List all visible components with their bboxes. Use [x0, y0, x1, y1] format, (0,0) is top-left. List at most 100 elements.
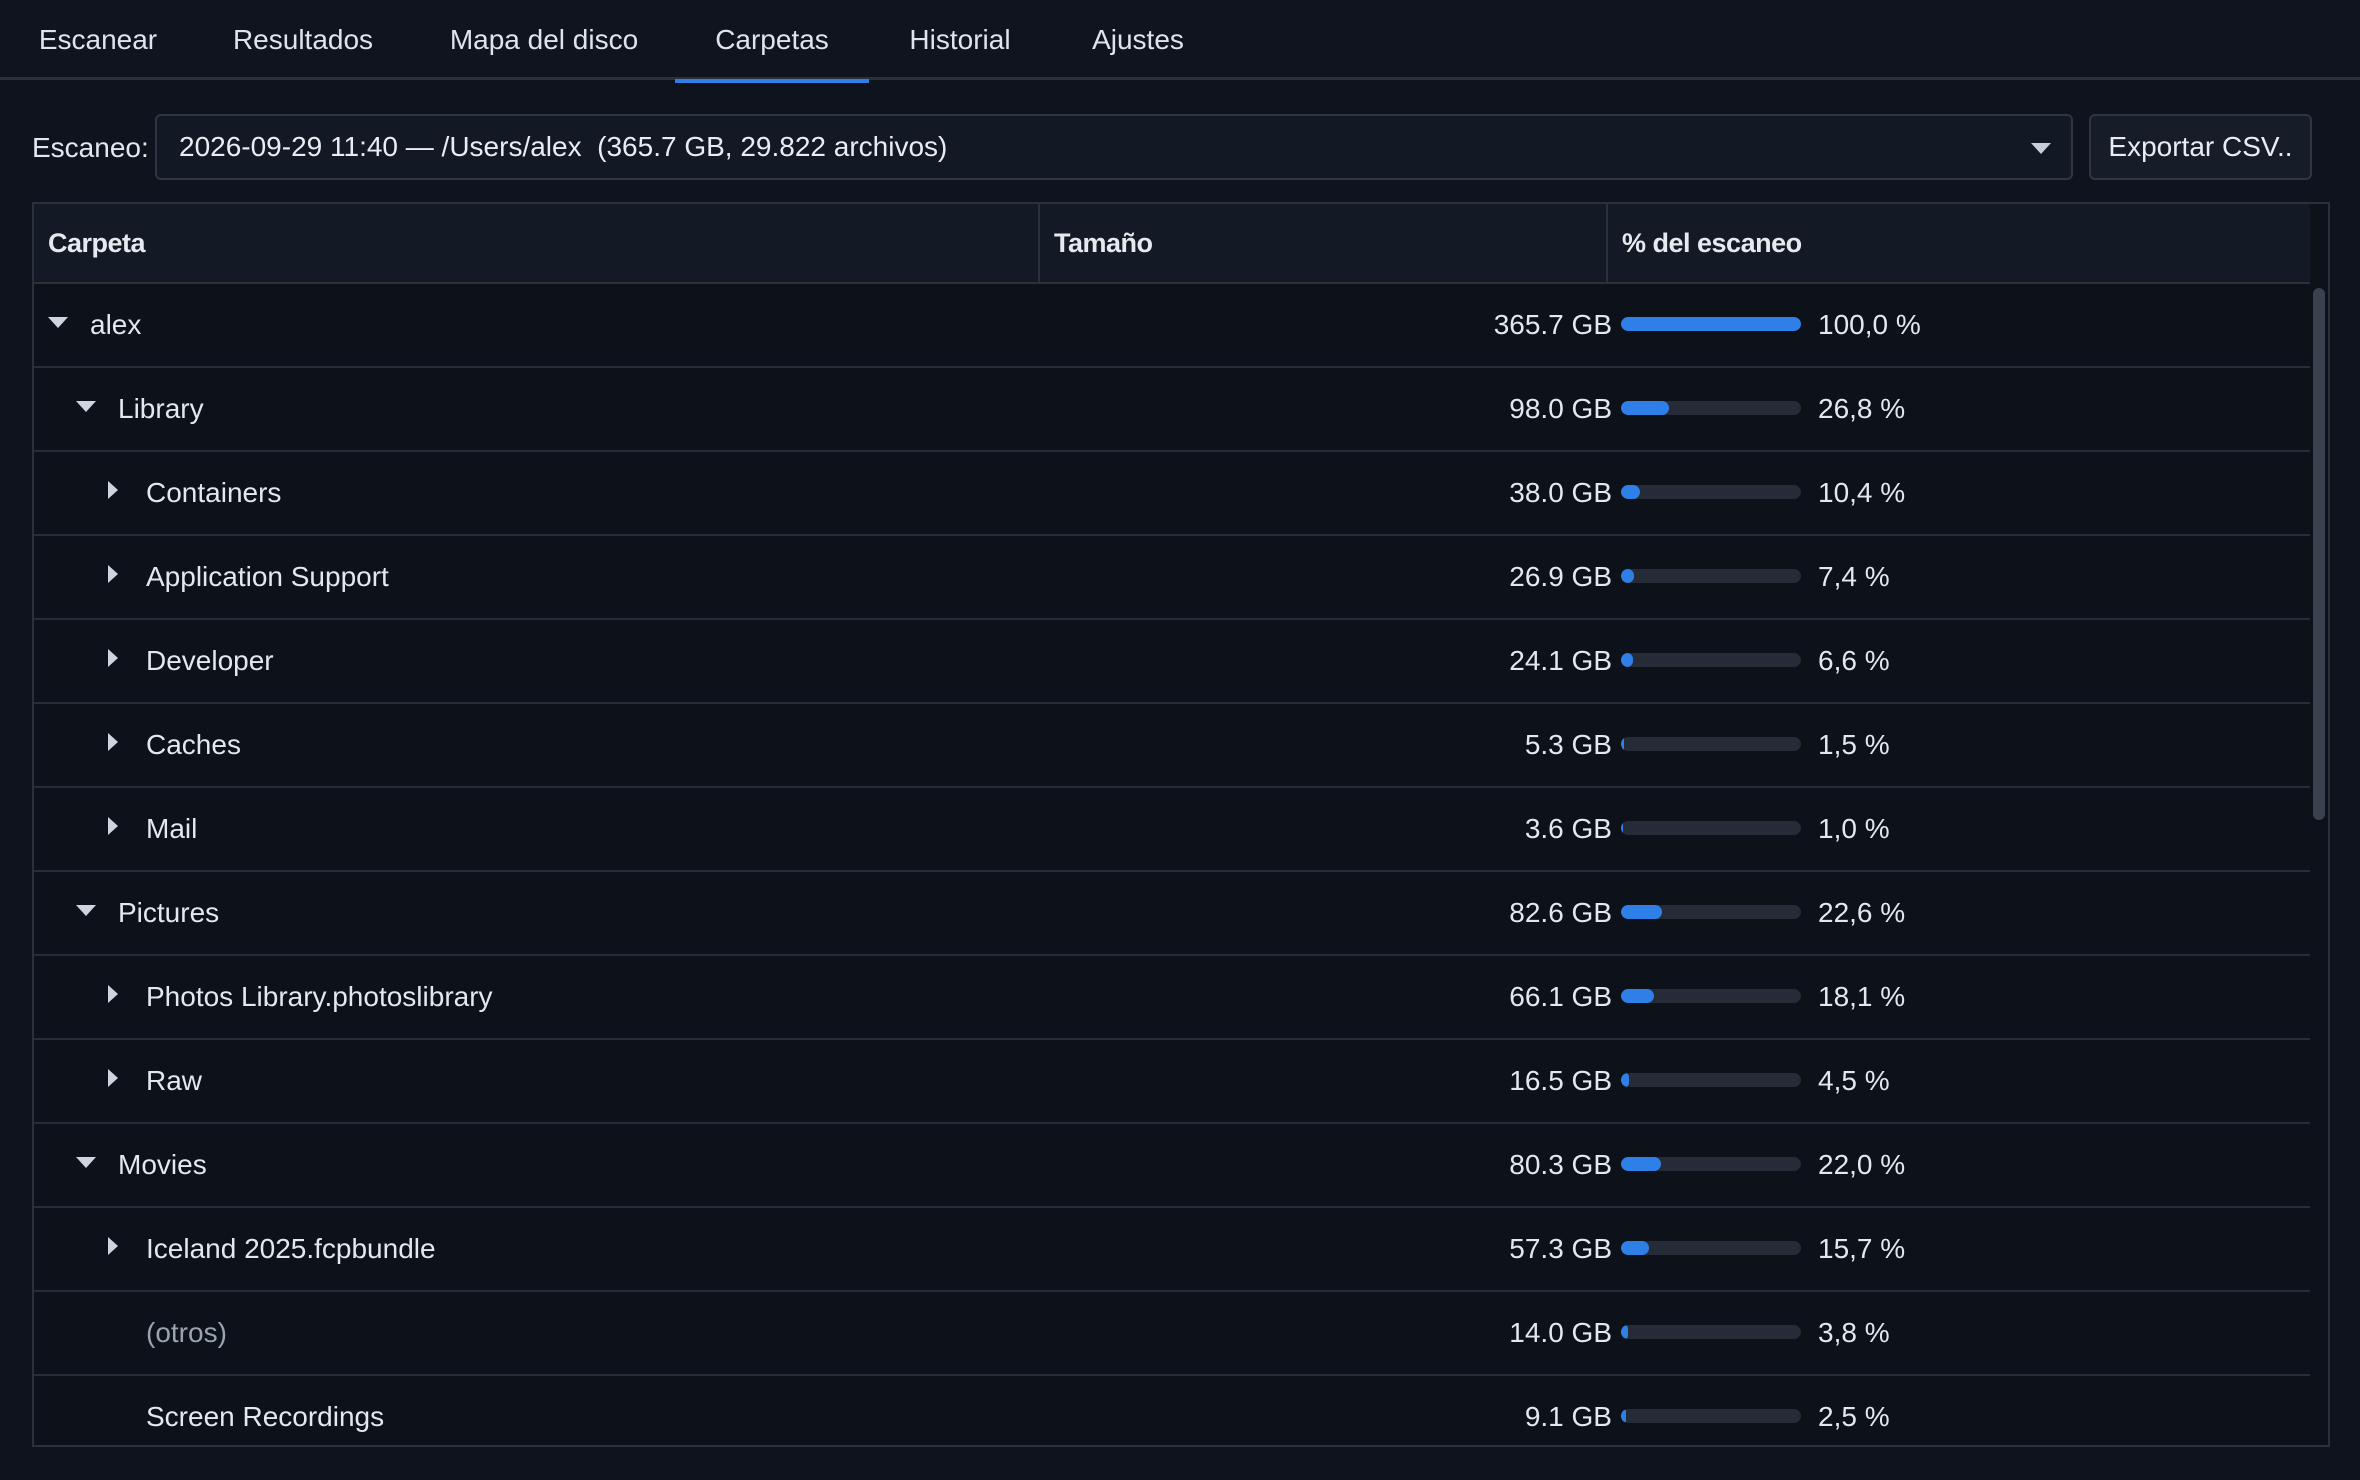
disclosure-expanded-icon[interactable]: [48, 317, 68, 328]
column-header-tamano[interactable]: Tamaño: [1038, 204, 1606, 282]
table-row[interactable]: (otros) 14.0 GB 3,8 %: [34, 1292, 2310, 1376]
usage-bar-fill: [1621, 821, 1624, 835]
table-row[interactable]: Pictures 82.6 GB 22,6 %: [34, 872, 2310, 956]
folder-percent: 1,5 %: [1818, 729, 1890, 760]
folder-size: 365.7 GB: [1493, 309, 1612, 340]
table-row[interactable]: Mail 3.6 GB 1,0 %: [34, 788, 2310, 872]
folder-size: 14.0 GB: [1509, 1317, 1612, 1348]
tab-ajustes[interactable]: Ajustes: [1078, 0, 1198, 80]
folder-size: 9.1 GB: [1524, 1401, 1612, 1432]
usage-bar: [1621, 401, 1801, 415]
usage-bar-fill: [1621, 1241, 1650, 1255]
table-row[interactable]: alex 365.7 GB 100,0 %: [34, 284, 2310, 368]
folder-percent: 6,6 %: [1818, 645, 1890, 676]
folder-name: (otros): [146, 1317, 227, 1348]
folder-size: 66.1 GB: [1509, 981, 1612, 1012]
folder-size: 3.6 GB: [1524, 813, 1612, 844]
folder-percent: 100,0 %: [1818, 309, 1921, 340]
disclosure-collapsed-icon[interactable]: [108, 565, 118, 583]
usage-bar-fill: [1621, 1325, 1628, 1339]
tab-carpetas[interactable]: Carpetas: [675, 0, 869, 83]
scan-label: Escaneo:: [32, 132, 149, 163]
scan-select[interactable]: 2026-09-29 11:40 — /Users/alex (365.7 GB…: [155, 114, 2073, 180]
usage-bar: [1621, 485, 1801, 499]
tab-bar: Escanear Resultados Mapa del disco Carpe…: [0, 0, 2360, 83]
disclosure-collapsed-icon[interactable]: [108, 481, 118, 499]
folder-size: 82.6 GB: [1509, 897, 1612, 928]
column-header-porcentaje[interactable]: % del escaneo: [1606, 204, 2310, 282]
table-row[interactable]: Developer 24.1 GB 6,6 %: [34, 620, 2310, 704]
disclosure-expanded-icon[interactable]: [76, 401, 96, 412]
folder-name: Library: [118, 393, 204, 424]
usage-bar-fill: [1621, 569, 1635, 583]
usage-bar-fill: [1621, 1409, 1626, 1423]
usage-bar: [1621, 1409, 1801, 1423]
tab-mapa-del-disco[interactable]: Mapa del disco: [432, 0, 656, 80]
usage-bar: [1621, 1157, 1801, 1171]
usage-bar-fill: [1621, 485, 1640, 499]
tab-escanear[interactable]: Escanear: [20, 0, 176, 80]
scan-select-value: 2026-09-29 11:40 — /Users/alex (365.7 GB…: [179, 131, 948, 162]
folder-size: 5.3 GB: [1524, 729, 1612, 760]
folder-name: Application Support: [146, 561, 389, 592]
usage-bar-fill: [1621, 653, 1633, 667]
usage-bar-fill: [1621, 905, 1662, 919]
disclosure-collapsed-icon[interactable]: [108, 733, 118, 751]
usage-bar-fill: [1621, 1157, 1661, 1171]
folder-size: 38.0 GB: [1509, 477, 1612, 508]
folder-name: Pictures: [118, 897, 220, 928]
folder-percent: 15,7 %: [1818, 1233, 1906, 1264]
table-row[interactable]: Application Support 26.9 GB 7,4 %: [34, 536, 2310, 620]
folder-name: Raw: [146, 1065, 203, 1096]
table-header: Carpeta Tamaño % del escaneo: [34, 204, 2310, 284]
column-header-carpeta[interactable]: Carpeta: [34, 204, 1038, 282]
usage-bar-fill: [1621, 989, 1654, 1003]
folder-name: Developer: [146, 645, 274, 676]
folder-percent: 1,0 %: [1818, 813, 1890, 844]
usage-bar-fill: [1621, 1073, 1630, 1087]
folder-percent: 26,8 %: [1818, 393, 1906, 424]
table-row[interactable]: Containers 38.0 GB 10,4 %: [34, 452, 2310, 536]
table-row[interactable]: Iceland 2025.fcpbundle 57.3 GB 15,7 %: [34, 1208, 2310, 1292]
folder-percent: 3,8 %: [1818, 1317, 1890, 1348]
table-row[interactable]: Photos Library.photoslibrary 66.1 GB 18,1 …: [34, 956, 2310, 1040]
folder-size: 57.3 GB: [1509, 1233, 1612, 1264]
table-row[interactable]: Caches 5.3 GB 1,5 %: [34, 704, 2310, 788]
folder-name: alex: [90, 309, 142, 340]
usage-bar: [1621, 737, 1801, 751]
usage-bar: [1621, 821, 1801, 835]
usage-bar-fill: [1621, 317, 1801, 331]
folder-size: 26.9 GB: [1509, 561, 1612, 592]
folder-name: Containers: [146, 477, 282, 508]
usage-bar: [1621, 1241, 1801, 1255]
disclosure-collapsed-icon[interactable]: [108, 1237, 118, 1255]
disclosure-collapsed-icon[interactable]: [108, 649, 118, 667]
folder-size: 98.0 GB: [1509, 393, 1612, 424]
usage-bar: [1621, 989, 1801, 1003]
folder-percent: 7,4 %: [1818, 561, 1890, 592]
folder-percent: 22,6 %: [1818, 897, 1906, 928]
folder-name: Photos Library.photoslibrary: [146, 981, 493, 1012]
tab-historial[interactable]: Historial: [890, 0, 1030, 80]
usage-bar: [1621, 1073, 1801, 1087]
table-row[interactable]: Movies 80.3 GB 22,0 %: [34, 1124, 2310, 1208]
export-csv-button[interactable]: Exportar CSV..: [2089, 114, 2312, 180]
disclosure-expanded-icon[interactable]: [76, 905, 96, 916]
disclosure-collapsed-icon[interactable]: [108, 985, 118, 1003]
vertical-scrollbar[interactable]: [2310, 284, 2328, 1445]
table-row[interactable]: Raw 16.5 GB 4,5 %: [34, 1040, 2310, 1124]
disclosure-expanded-icon[interactable]: [76, 1157, 96, 1168]
table-row[interactable]: Library 98.0 GB 26,8 %: [34, 368, 2310, 452]
tab-resultados[interactable]: Resultados: [214, 0, 392, 80]
table-body: alex 365.7 GB 100,0 % Library 98.0 GB 26,8 % C…: [34, 284, 2310, 1445]
folder-percent: 18,1 %: [1818, 981, 1906, 1012]
scrollbar-thumb[interactable]: [2313, 288, 2325, 820]
disclosure-collapsed-icon[interactable]: [108, 817, 118, 835]
disclosure-collapsed-icon[interactable]: [108, 1069, 118, 1087]
usage-bar: [1621, 905, 1801, 919]
table-row[interactable]: Screen Recordings 9.1 GB 2,5 %: [34, 1376, 2310, 1445]
usage-bar: [1621, 653, 1801, 667]
folder-table: Carpeta Tamaño % del escaneo alex 365.7 G…: [32, 202, 2330, 1447]
chevron-down-icon: [2031, 143, 2051, 154]
folder-name: Screen Recordings: [146, 1401, 385, 1432]
